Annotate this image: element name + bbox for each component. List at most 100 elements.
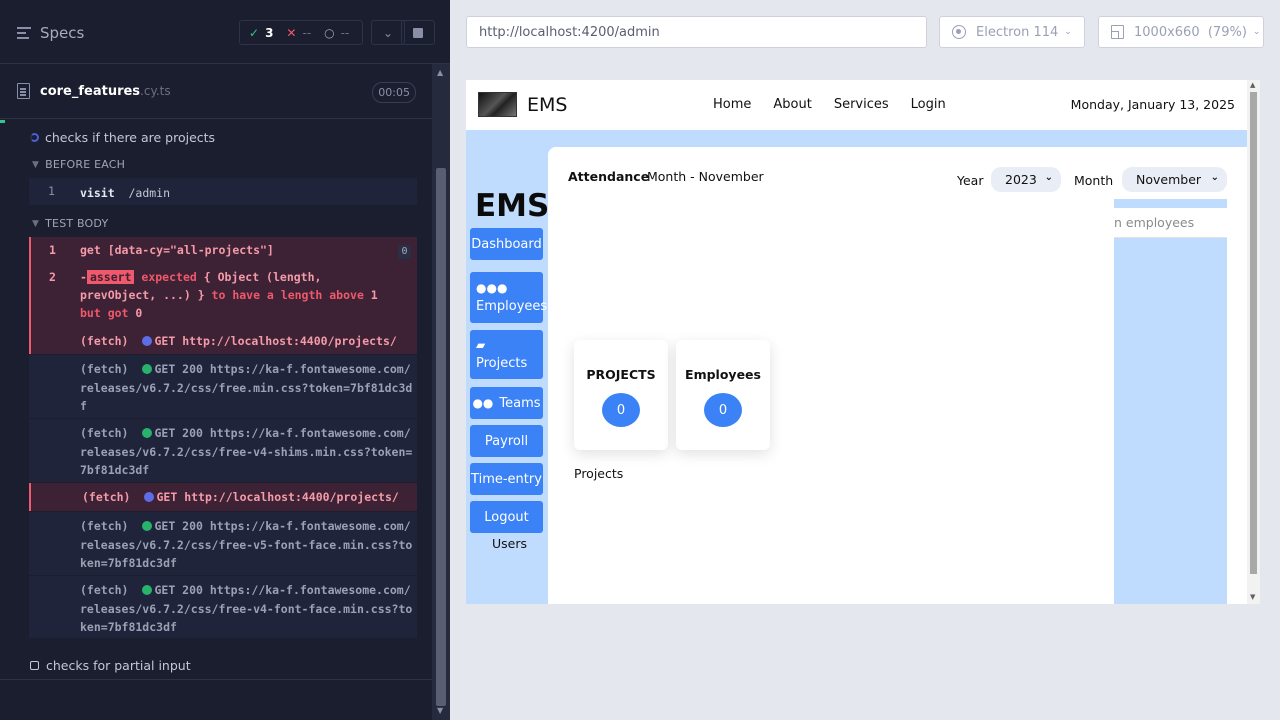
list-icon[interactable] (17, 27, 31, 39)
logo-image (478, 92, 517, 117)
success-status-icon (142, 521, 153, 531)
top-navbar: EMS Home About Services Login Monday, Ja… (466, 80, 1247, 130)
test-title-running[interactable]: checks if there are projects (30, 130, 215, 145)
browser-selector[interactable]: Electron 114 ⌄ (939, 16, 1085, 48)
scroll-down-icon[interactable]: ▼ (437, 706, 443, 715)
fetch-pending-row[interactable]: (fetch) GET http://localhost:4400/project… (29, 483, 417, 511)
sidebar-title: EMS (475, 188, 550, 224)
fetch-row[interactable]: (fetch) GET 200 https://ka-f.fontawesome.… (29, 419, 417, 482)
projects-section-label: Projects (574, 466, 624, 481)
pending-status-icon (144, 492, 155, 502)
sidebar-item-users[interactable]: Users (492, 536, 527, 551)
spec-file-name[interactable]: core_features.cy.ts (40, 84, 171, 99)
nav-home[interactable]: Home (713, 97, 751, 112)
electron-icon (952, 25, 966, 39)
sidebar-item-dashboard[interactable]: Dashboard (470, 228, 543, 260)
scroll-up-icon[interactable]: ▲ (1250, 81, 1255, 89)
year-select[interactable]: 2023 ⌄ (991, 167, 1061, 192)
chevron-down-icon: ⌄ (1252, 27, 1261, 37)
attendance-title: Attendance (568, 169, 650, 184)
success-status-icon (142, 585, 153, 595)
users-icon: ●●● (476, 281, 508, 295)
get-command[interactable]: get [data-cy="all-projects"] (80, 241, 274, 259)
attendance-month: Month - November (647, 169, 764, 184)
brand-name[interactable]: EMS (527, 94, 567, 116)
projects-stat-card[interactable]: PROJECTS 0 (574, 340, 668, 450)
spec-duration: 00:05 (372, 82, 416, 103)
url-bar[interactable]: http://localhost:4200/admin (466, 16, 927, 48)
before-each-header[interactable]: ▼ BEFORE EACH (32, 158, 125, 171)
document-icon (17, 83, 30, 99)
progress-indicator (0, 120, 5, 123)
assert-command[interactable]: - assert expected { Object (length, prevO… (80, 268, 407, 322)
viewport-scrollbar[interactable]: ▲ ▼ (1247, 80, 1260, 604)
fetch-row[interactable]: (fetch) GET 200 https://ka-f.fontawesome.… (29, 576, 417, 638)
failed-commands: 1 get [data-cy="all-projects"] 0 2 - asse… (29, 237, 417, 354)
pending-stat: ○ -- (324, 25, 350, 40)
year-label: Year (957, 173, 984, 188)
element-count-badge: 0 (398, 245, 411, 259)
stop-button[interactable] (401, 20, 435, 45)
fetch-pending-row[interactable]: (fetch) GET http://localhost:4400/project… (80, 332, 397, 350)
checkbox-icon (30, 661, 39, 670)
fetch-row[interactable]: (fetch) GET 200 https://ka-f.fontawesome.… (29, 512, 417, 575)
nav-about[interactable]: About (773, 97, 811, 112)
chevron-down-icon: ⌄ (1210, 172, 1219, 183)
viewport-icon (1111, 25, 1124, 39)
projects-count: 0 (602, 393, 640, 427)
folder-icon: ▰ (476, 338, 486, 352)
sidebar-item-projects[interactable]: ▰ Projects (470, 330, 543, 379)
spinner-icon (30, 133, 39, 142)
pending-status-icon (142, 336, 153, 346)
scroll-down-icon[interactable]: ▼ (1250, 593, 1255, 601)
stop-icon (413, 27, 423, 38)
scroll-thumb[interactable] (1250, 92, 1257, 574)
fetch-row[interactable]: (fetch) GET 200 https://ka-f.fontawesome.… (29, 355, 417, 418)
chevron-down-icon: ▼ (32, 159, 40, 170)
employees-count: 0 (704, 393, 742, 427)
test-runner-panel: Specs ✓ 3 ✕ -- ○ -- ⌄ core_features.cy.ts 0… (0, 0, 450, 720)
chevron-down-icon: ⌄ (1064, 27, 1072, 37)
x-icon: ✕ (286, 25, 297, 40)
employees-panel: n employees (1114, 199, 1227, 604)
passed-stat: ✓ 3 (249, 25, 274, 40)
chevron-down-icon: ⌄ (382, 25, 394, 40)
failed-stat: ✕ -- (286, 25, 312, 40)
check-icon: ✓ (249, 25, 260, 40)
dropdown-button[interactable]: ⌄ (371, 20, 405, 45)
test-stats: ✓ 3 ✕ -- ○ -- (239, 20, 363, 45)
sidebar-item-employees[interactable]: ●●● Employees (470, 272, 547, 323)
nav-services[interactable]: Services (834, 97, 889, 112)
app-under-test-panel: http://localhost:4200/admin Electron 114… (450, 0, 1280, 720)
employees-stat-card[interactable]: Employees 0 (676, 340, 770, 450)
sidebar-item-teams[interactable]: ●● Teams (470, 387, 543, 419)
chevron-down-icon: ⌄ (1044, 172, 1053, 183)
success-status-icon (142, 428, 153, 438)
viewport-selector[interactable]: 1000x660 (79%) ⌄ (1098, 16, 1264, 48)
month-label: Month (1074, 173, 1114, 188)
spec-file-header: core_features.cy.ts 00:05 (0, 65, 432, 119)
divider (0, 679, 432, 680)
scroll-thumb[interactable] (436, 168, 446, 706)
runner-header: Specs ✓ 3 ✕ -- ○ -- ⌄ (0, 0, 450, 64)
test-title-pending[interactable]: checks for partial input (30, 658, 191, 673)
logout-button[interactable]: Logout (470, 501, 543, 533)
dashboard-card: Attendance Month - November Year 2023 ⌄ M… (548, 147, 1247, 604)
current-date: Monday, January 13, 2025 (1070, 97, 1235, 112)
success-status-icon (142, 364, 153, 374)
nav-links: Home About Services Login (713, 97, 968, 112)
team-icon: ●● (472, 396, 494, 410)
spinner-icon: ○ (324, 25, 335, 40)
scroll-up-icon[interactable]: ▲ (437, 68, 443, 77)
sidebar-item-time-entry[interactable]: Time-entry (470, 463, 543, 495)
month-select[interactable]: November ⌄ (1122, 167, 1227, 192)
employees-search[interactable]: n employees (1114, 208, 1227, 238)
sidebar-item-payroll[interactable]: Payroll (470, 425, 543, 457)
specs-label[interactable]: Specs (40, 24, 84, 42)
chevron-down-icon: ▼ (32, 218, 40, 229)
app-viewport: EMS Home About Services Login Monday, Ja… (466, 80, 1260, 604)
test-body-header[interactable]: ▼ TEST BODY (32, 217, 108, 230)
runner-scrollbar[interactable]: ▲ ▼ (432, 64, 450, 720)
nav-login[interactable]: Login (911, 97, 946, 112)
command-row[interactable]: 1 visit /admin (29, 178, 417, 205)
